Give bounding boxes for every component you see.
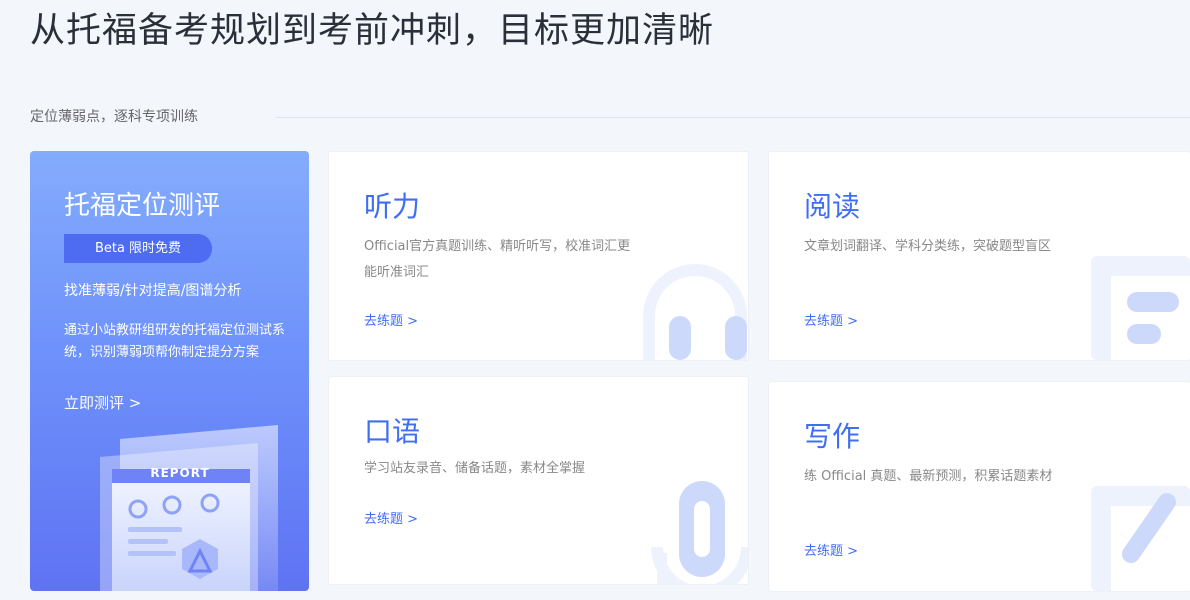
promo-title: 托福定位测评 <box>64 191 221 221</box>
reading-card[interactable]: 阅读 文章划词翻译、学科分类练，突破题型盲区 去练题 > <box>768 151 1190 361</box>
microphone-icon <box>651 481 748 584</box>
pencil-icon <box>1091 486 1190 591</box>
card-desc-speaking: 学习站友录音、储备话题，素材全掌握 <box>364 461 586 476</box>
card-title-reading: 阅读 <box>804 190 861 223</box>
writing-card[interactable]: 写作 练 Official 真题、最新预测，积累话题素材 去练题 > <box>768 381 1190 592</box>
assessment-promo-card[interactable]: 托福定位测评 Beta 限时免费 找准薄弱/针对提高/图谱分析 通过小站教研组研… <box>30 151 309 591</box>
promo-description: 通过小站教研组研发的托福定位测试系统，识别薄弱项帮你制定提分方案 <box>64 323 286 360</box>
promo-tagline: 找准薄弱/针对提高/图谱分析 <box>64 283 242 299</box>
report-illustration: REPORT <box>100 425 278 591</box>
headphones-icon <box>643 264 747 360</box>
document-icon <box>1091 256 1190 360</box>
card-title-listening: 听力 <box>364 190 421 223</box>
practice-link-listening[interactable]: 去练题 > <box>364 310 418 329</box>
card-title-speaking: 口语 <box>364 415 421 448</box>
card-title-writing: 写作 <box>804 420 861 453</box>
speaking-card[interactable]: 口语 学习站友录音、储备话题，素材全掌握 去练题 > <box>328 376 749 585</box>
card-desc-writing: 练 Official 真题、最新预测，积累话题素材 <box>804 469 1053 484</box>
practice-link-writing[interactable]: 去练题 > <box>804 540 858 559</box>
section-divider <box>276 117 1190 118</box>
beta-badge: Beta 限时免费 <box>64 234 212 263</box>
listening-card[interactable]: 听力 Official官方真题训练、精听听写，校准词汇更能听准词汇 去练题 > <box>328 151 749 361</box>
start-assessment-link[interactable]: 立即测评 > <box>64 392 141 413</box>
practice-link-speaking[interactable]: 去练题 > <box>364 508 418 527</box>
page-headline: 从托福备考规划到考前冲刺，目标更加清晰 <box>30 11 715 51</box>
card-desc-reading: 文章划词翻译、学科分类练，突破题型盲区 <box>804 239 1052 254</box>
practice-link-reading[interactable]: 去练题 > <box>804 310 858 329</box>
card-desc-listening: Official官方真题训练、精听听写，校准词汇更能听准词汇 <box>364 239 631 280</box>
section-label: 定位薄弱点，逐科专项训练 <box>30 109 198 125</box>
report-label: REPORT <box>150 466 209 480</box>
